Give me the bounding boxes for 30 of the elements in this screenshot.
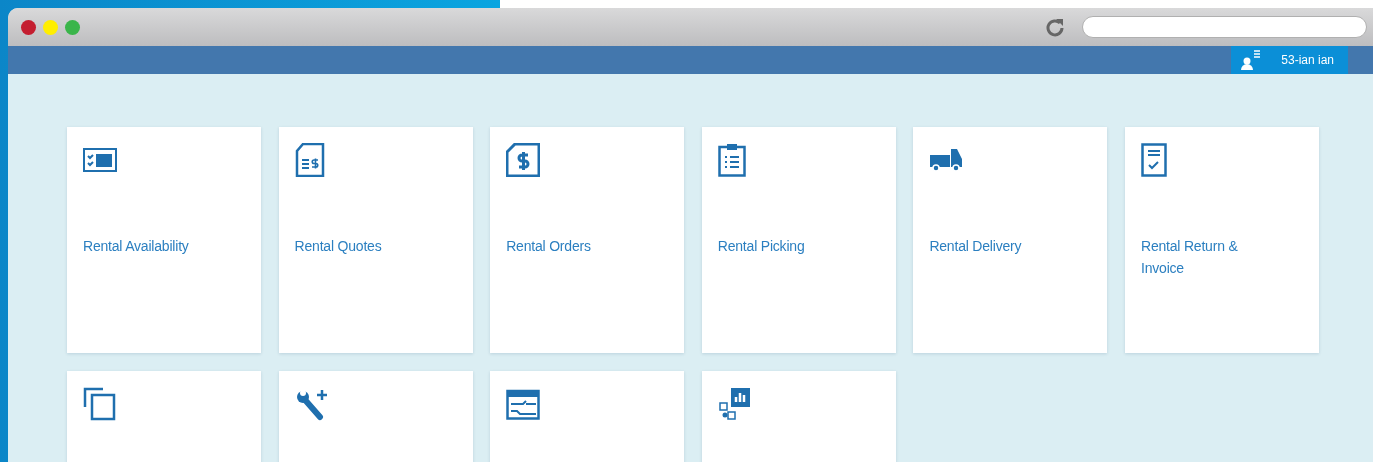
- truck-icon: [929, 147, 964, 173]
- user-menu[interactable]: 53-ian ian: [1231, 46, 1348, 74]
- tile-title: Rental Orders: [506, 237, 592, 256]
- app-tile[interactable]: Rental Quotes: [278, 127, 473, 353]
- maximize-button[interactable]: [65, 19, 80, 35]
- tile-title: Rental Picking: [717, 237, 806, 256]
- document-dollar-icon: [294, 143, 325, 177]
- close-button[interactable]: [21, 19, 36, 35]
- tile-title: Rental Quotes: [294, 237, 383, 256]
- wrench-plus-icon: [294, 387, 329, 421]
- user-icon: [1241, 50, 1262, 70]
- app-tile[interactable]: Rental Availability: [67, 127, 261, 353]
- reload-icon[interactable]: [1045, 17, 1065, 37]
- minimize-button[interactable]: [43, 19, 58, 35]
- app-tile[interactable]: Rental Orders: [490, 127, 685, 353]
- tile-title: Rental Availability: [83, 237, 190, 256]
- calendar-icon: [506, 388, 541, 420]
- document-dollar-icon: [506, 143, 541, 177]
- app-tile[interactable]: Rental Return & Invoice: [1124, 127, 1319, 353]
- tile-title: Rental Delivery: [929, 237, 1023, 256]
- clipboard-icon: [717, 143, 746, 177]
- document-check-icon: [1140, 143, 1167, 177]
- tile-title: Rental Return & Invoice: [1140, 237, 1239, 278]
- address-field[interactable]: [1082, 16, 1367, 38]
- calendar-checklist-icon: [83, 147, 117, 173]
- copy-icon: [83, 387, 117, 421]
- chart-nodes-icon: [717, 387, 752, 421]
- user-name: 53-ian ian: [1281, 53, 1334, 67]
- app-tile[interactable]: Rental Picking: [701, 127, 896, 353]
- app-tile[interactable]: Rental Delivery: [913, 127, 1108, 353]
